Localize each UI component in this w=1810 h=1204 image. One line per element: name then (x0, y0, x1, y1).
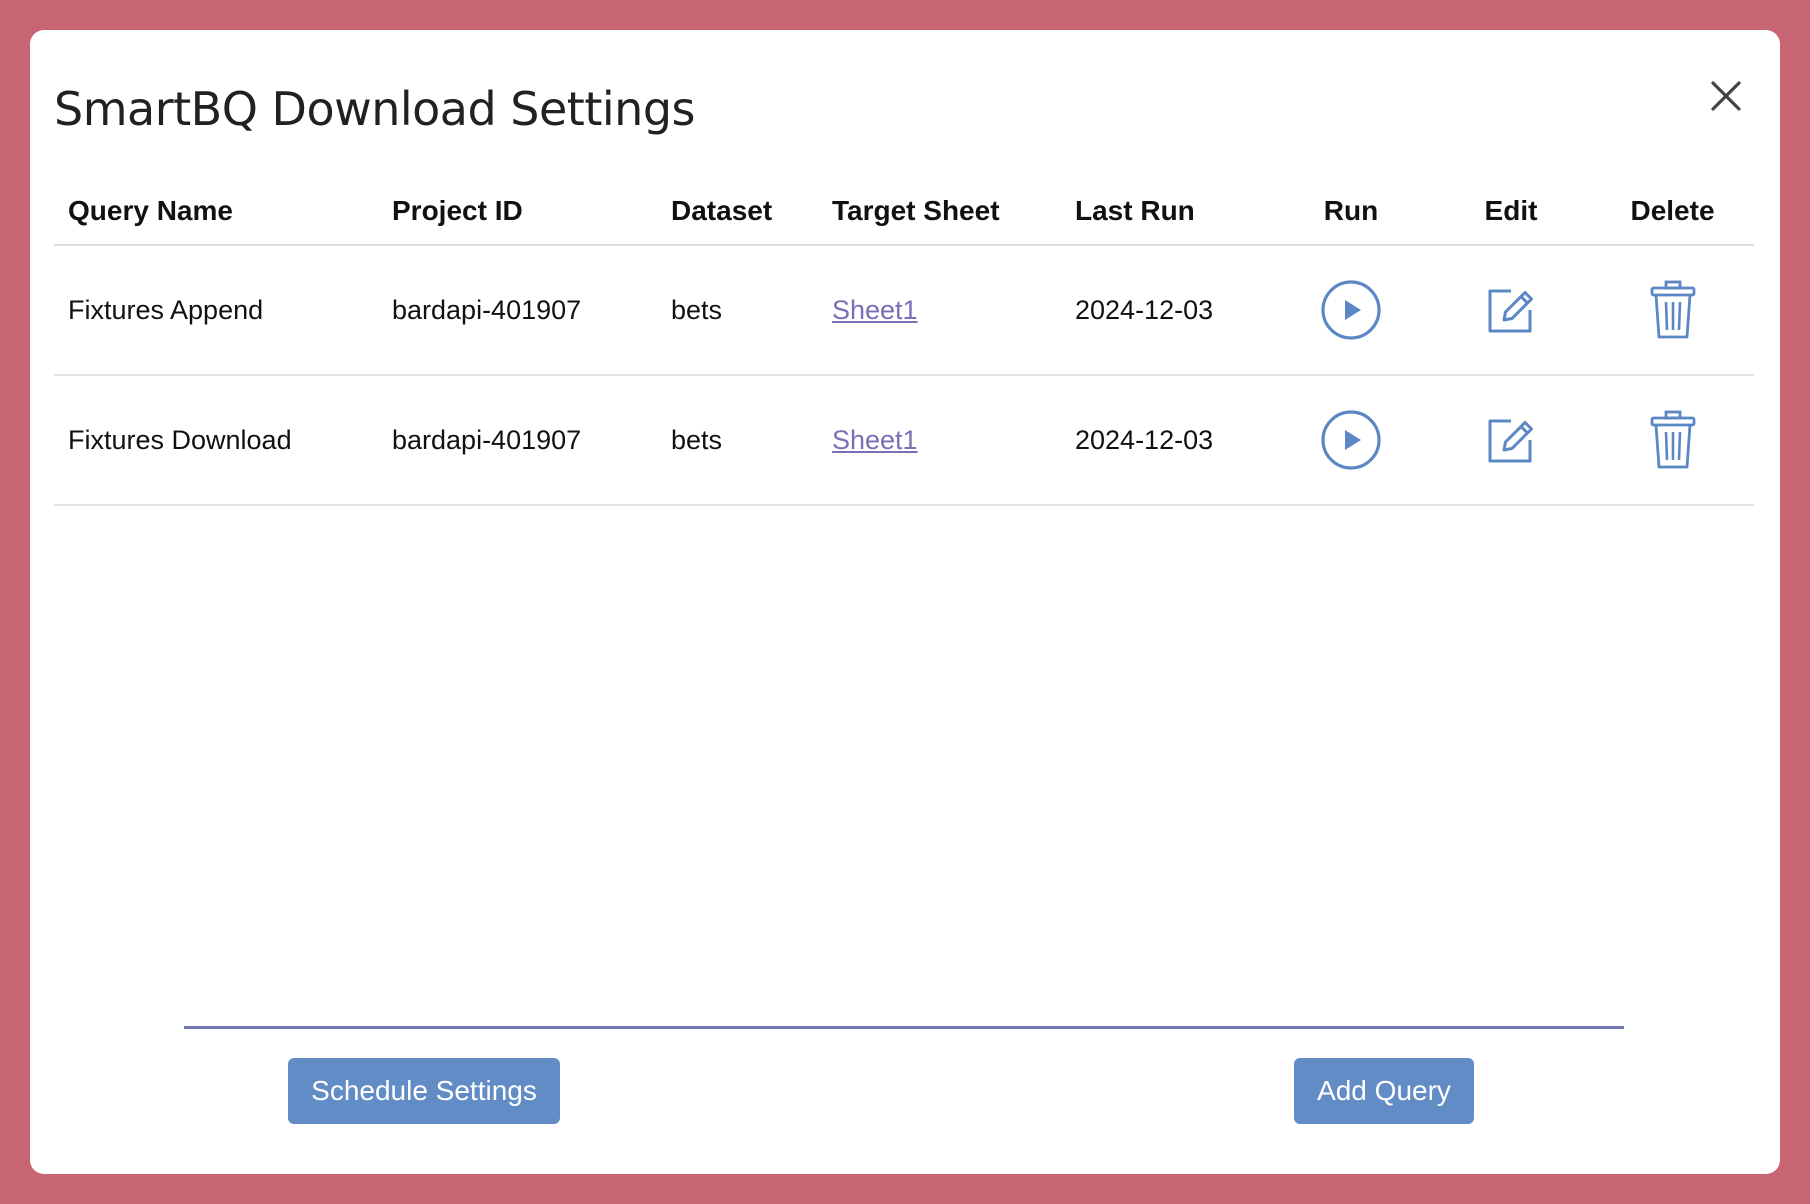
cell-delete (1591, 245, 1754, 376)
header-dataset: Dataset (657, 178, 818, 246)
footer-divider (184, 1026, 1624, 1029)
header-query-name: Query Name (54, 178, 378, 246)
edit-button[interactable] (1476, 275, 1546, 345)
target-sheet-link[interactable]: Sheet1 (832, 295, 918, 325)
trash-icon (1650, 410, 1695, 469)
cell-delete (1591, 375, 1754, 506)
cell-dataset: bets (657, 245, 818, 376)
play-circle-icon (1321, 410, 1381, 470)
table-header-row: Query Name Project ID Dataset Target She… (54, 178, 1754, 246)
cell-last-run: 2024-12-03 (1061, 375, 1271, 506)
delete-button[interactable] (1638, 405, 1708, 475)
header-edit: Edit (1431, 178, 1591, 246)
cell-project-id: bardapi-401907 (378, 375, 657, 506)
cell-last-run: 2024-12-03 (1061, 245, 1271, 376)
target-sheet-link[interactable]: Sheet1 (832, 425, 918, 455)
header-run: Run (1271, 178, 1431, 246)
dialog-title: SmartBQ Download Settings (54, 82, 695, 136)
run-button[interactable] (1316, 405, 1386, 475)
table-row: Fixtures Append bardapi-401907 bets Shee… (54, 245, 1754, 376)
cell-target-sheet: Sheet1 (818, 245, 1061, 376)
close-icon (1711, 81, 1741, 111)
delete-button[interactable] (1638, 275, 1708, 345)
table-row: Fixtures Download bardapi-401907 bets Sh… (54, 375, 1754, 506)
add-query-button[interactable]: Add Query (1294, 1058, 1474, 1124)
settings-dialog: SmartBQ Download Settings Query Name Pro… (30, 30, 1780, 1174)
schedule-settings-button[interactable]: Schedule Settings (288, 1058, 560, 1124)
cell-edit (1431, 245, 1591, 376)
cell-run (1271, 245, 1431, 376)
play-circle-icon (1321, 280, 1381, 340)
cell-project-id: bardapi-401907 (378, 245, 657, 376)
cell-dataset: bets (657, 375, 818, 506)
run-button[interactable] (1316, 275, 1386, 345)
header-delete: Delete (1591, 178, 1754, 246)
edit-icon (1488, 289, 1533, 333)
cell-query-name: Fixtures Download (54, 375, 378, 506)
cell-edit (1431, 375, 1591, 506)
header-last-run: Last Run (1061, 178, 1271, 246)
edit-button[interactable] (1476, 405, 1546, 475)
header-target-sheet: Target Sheet (818, 178, 1061, 246)
close-button[interactable] (1696, 66, 1756, 126)
header-project-id: Project ID (378, 178, 657, 246)
queries-table: Query Name Project ID Dataset Target She… (54, 178, 1754, 506)
cell-query-name: Fixtures Append (54, 245, 378, 376)
cell-run (1271, 375, 1431, 506)
trash-icon (1650, 280, 1695, 339)
edit-icon (1488, 419, 1533, 463)
cell-target-sheet: Sheet1 (818, 375, 1061, 506)
